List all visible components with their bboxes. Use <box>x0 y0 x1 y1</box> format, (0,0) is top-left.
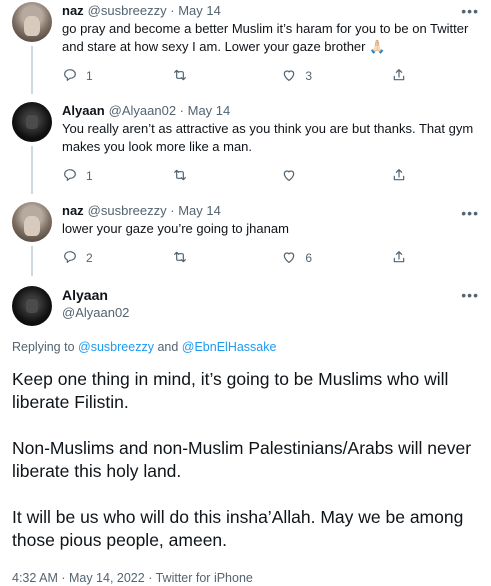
display-name[interactable]: naz <box>62 202 84 219</box>
like-count: 6 <box>305 251 312 265</box>
share-icon <box>391 67 407 86</box>
mention-link[interactable]: @susbreezzy <box>78 340 154 354</box>
tweet-header: Alyaan @Alyaan02 · May 14 <box>62 102 479 119</box>
avatar[interactable] <box>12 102 52 142</box>
display-name[interactable]: Alyaan <box>62 102 105 119</box>
tweet-date[interactable]: May 14 <box>188 102 231 119</box>
main-tweet-text: Keep one thing in mind, it’s going to be… <box>12 368 479 552</box>
thread-tweet[interactable]: naz @susbreezzy · May 14 go pray and bec… <box>0 0 491 94</box>
user-handle[interactable]: @susbreezzy <box>88 202 167 219</box>
tweet-date[interactable]: May 14 <box>178 202 221 219</box>
more-icon[interactable]: ••• <box>461 4 479 18</box>
reply-icon <box>62 167 78 186</box>
tweet-paragraph: It will be us who will do this insha’All… <box>12 507 464 550</box>
thread-line <box>31 46 33 94</box>
retweet-button[interactable] <box>172 249 212 268</box>
tweet-thread: naz @susbreezzy · May 14 go pray and bec… <box>0 0 491 586</box>
user-handle[interactable]: @susbreezzy <box>88 2 167 19</box>
share-icon <box>391 167 407 186</box>
reply-button[interactable]: 1 <box>62 167 102 186</box>
avatar[interactable] <box>12 202 52 242</box>
display-name[interactable]: naz <box>62 2 84 19</box>
retweet-icon <box>172 249 188 268</box>
separator: · <box>166 203 179 218</box>
heart-icon <box>281 249 297 268</box>
heart-icon <box>281 167 297 186</box>
like-button[interactable]: 3 <box>281 67 321 86</box>
tweet-paragraph: Keep one thing in mind, it’s going to be… <box>12 369 449 412</box>
reply-count: 2 <box>86 251 93 265</box>
reply-count: 1 <box>86 169 93 183</box>
display-name[interactable]: Alyaan <box>62 287 108 303</box>
avatar-column <box>12 202 52 276</box>
tweet-body: naz @susbreezzy · May 14 go pray and bec… <box>62 2 479 88</box>
tweet-text: You really aren’t as attractive as you t… <box>62 121 474 154</box>
reply-count: 1 <box>86 69 93 83</box>
avatar-column <box>12 102 52 194</box>
replying-and: and <box>157 340 179 354</box>
tweet-text: lower your gaze you’re going to jhanam <box>62 221 289 236</box>
more-icon[interactable]: ••• <box>461 288 479 302</box>
main-tweet-header: Alyaan @Alyaan02 <box>12 286 479 326</box>
user-handle[interactable]: @Alyaan02 <box>62 305 129 320</box>
more-icon[interactable]: ••• <box>461 206 479 220</box>
tweet-paragraph: Non-Muslims and non-Muslim Palestinians/… <box>12 438 472 481</box>
user-handle[interactable]: @Alyaan02 <box>109 102 176 119</box>
tweet-header: naz @susbreezzy · May 14 <box>62 2 479 19</box>
main-tweet-names: Alyaan @Alyaan02 <box>62 286 129 326</box>
tweet-actions: 2 6 <box>62 246 407 270</box>
reply-button[interactable]: 1 <box>62 67 102 86</box>
share-button[interactable] <box>391 67 407 86</box>
avatar[interactable] <box>12 2 52 42</box>
retweet-icon <box>172 67 188 86</box>
replying-prefix: Replying to <box>12 340 75 354</box>
like-count: 3 <box>305 69 312 83</box>
tweet-date[interactable]: May 14 <box>178 2 221 19</box>
tweet-body: Alyaan @Alyaan02 · May 14 You really are… <box>62 102 479 188</box>
avatar[interactable] <box>12 286 52 326</box>
tweet-timestamp[interactable]: 4:32 AM · May 14, 2022 · Twitter for iPh… <box>12 571 479 585</box>
share-icon <box>391 249 407 268</box>
thread-line <box>31 146 33 194</box>
separator: · <box>166 3 179 18</box>
mention-link[interactable]: @EbnElHassake <box>182 340 277 354</box>
reply-button[interactable]: 2 <box>62 249 102 268</box>
tweet-text: go pray and become a better Muslim it’s … <box>62 21 469 54</box>
replying-to: Replying to @susbreezzy and @EbnElHassak… <box>12 340 479 354</box>
tweet-header: naz @susbreezzy · May 14 <box>62 202 479 219</box>
like-button[interactable]: 6 <box>281 249 321 268</box>
like-button[interactable] <box>281 167 321 186</box>
tweet-actions: 1 <box>62 164 407 188</box>
retweet-button[interactable] <box>172 67 212 86</box>
main-tweet: Alyaan @Alyaan02 ••• Replying to @susbre… <box>0 270 491 585</box>
thread-tweet[interactable]: Alyaan @Alyaan02 · May 14 You really are… <box>0 88 491 194</box>
separator: · <box>176 103 188 118</box>
reply-icon <box>62 67 78 86</box>
retweet-button[interactable] <box>172 167 212 186</box>
thread-tweet[interactable]: naz @susbreezzy · May 14 lower your gaze… <box>0 188 491 276</box>
share-button[interactable] <box>391 249 407 268</box>
share-button[interactable] <box>391 167 407 186</box>
reply-icon <box>62 249 78 268</box>
tweet-actions: 1 3 <box>62 64 407 88</box>
avatar-column <box>12 2 52 94</box>
tweet-body: naz @susbreezzy · May 14 lower your gaze… <box>62 202 479 270</box>
heart-icon <box>281 67 297 86</box>
retweet-icon <box>172 167 188 186</box>
